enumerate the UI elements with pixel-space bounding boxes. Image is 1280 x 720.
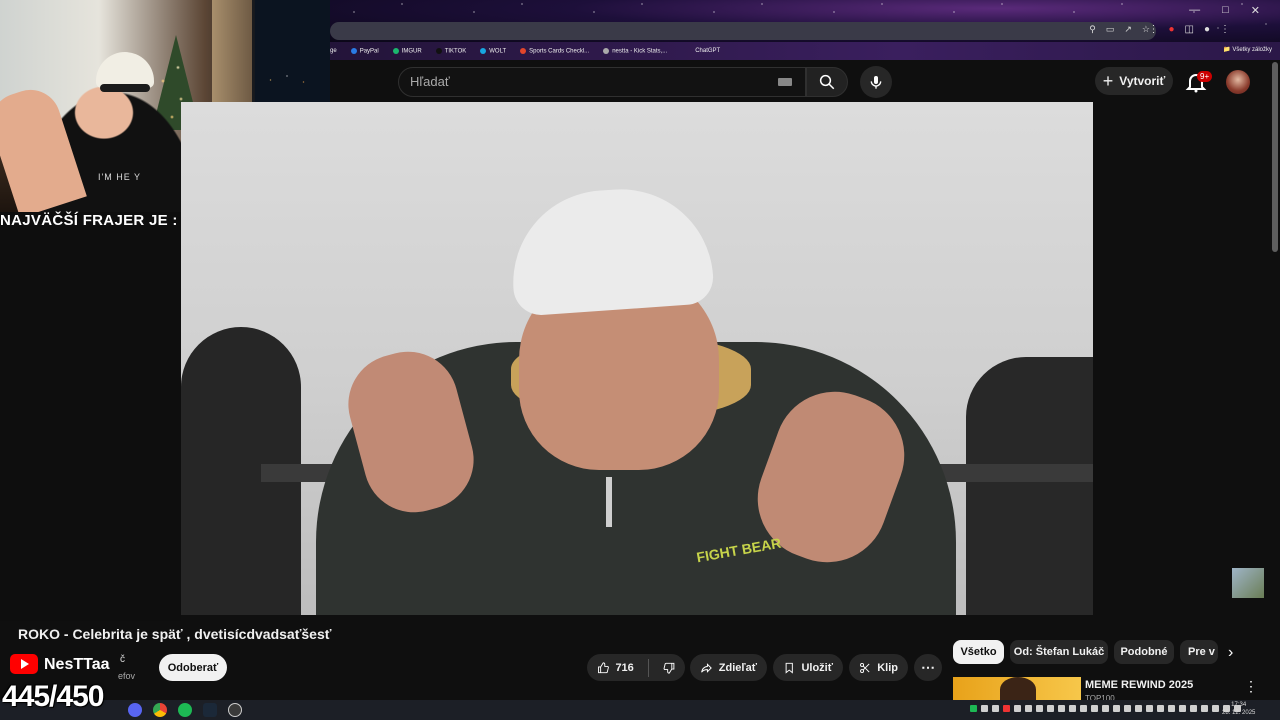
- bookmark-wolt[interactable]: WOLT: [480, 47, 506, 54]
- extensions: ⋮ ● ◫ ● ⋮: [1148, 24, 1230, 35]
- create-button[interactable]: + Vytvoriť: [1095, 67, 1173, 95]
- share-button[interactable]: Zdieľať: [690, 654, 767, 681]
- bookmark-tiktok[interactable]: TIKTOK: [435, 47, 466, 54]
- discord-icon[interactable]: [128, 703, 142, 717]
- taskbar-apps: [128, 703, 242, 717]
- chevron-right-icon[interactable]: ›: [1228, 644, 1233, 662]
- close-icon[interactable]: ✕: [1251, 4, 1260, 17]
- channel-name-suffix: č: [120, 654, 125, 665]
- bookmark-kickstats[interactable]: nestta - Kick Stats,...: [603, 47, 667, 54]
- steam-icon[interactable]: [203, 703, 217, 717]
- window-controls: — □ ✕: [1189, 4, 1260, 17]
- clip-label: Klip: [877, 661, 898, 674]
- bookmark-imgur[interactable]: IMGUR: [392, 47, 422, 54]
- shirt-text: I'M HE Y: [98, 172, 142, 182]
- chrome-icon[interactable]: [153, 703, 167, 717]
- save-label: Uložiť: [801, 661, 833, 674]
- video-title: ROKO - Celebrita je späť , dvetisícdvads…: [18, 626, 332, 642]
- bookmarks-bar: ge PayPal IMGUR TIKTOK WOLT Sports Cards…: [330, 42, 1280, 60]
- address-bar-icons: ⚲ ▭ ↗ ☆: [1089, 24, 1150, 35]
- puzzle-icon[interactable]: ◫: [1185, 24, 1194, 35]
- profile-icon[interactable]: ●: [1204, 24, 1210, 35]
- weight-plate-right: [966, 357, 1093, 615]
- save-button[interactable]: Uložiť: [773, 654, 843, 681]
- share-label: Zdieľať: [718, 661, 757, 674]
- search-placeholder: Hľadať: [410, 74, 450, 89]
- extension-icon[interactable]: ⋮: [1148, 24, 1158, 35]
- share-icon: [701, 662, 712, 673]
- chip-all[interactable]: Všetko: [953, 640, 1004, 664]
- create-label: Vytvoriť: [1119, 74, 1166, 88]
- minimize-icon[interactable]: —: [1189, 4, 1200, 17]
- like-count[interactable]: 716: [615, 662, 633, 674]
- system-tray: [970, 705, 1241, 712]
- all-bookmarks[interactable]: 📁 Všetky záložky: [1223, 46, 1272, 53]
- taskbar-clock[interactable]: 17:34 28. 12. 2025: [1222, 701, 1255, 717]
- cast-icon[interactable]: ▭: [1106, 24, 1115, 35]
- search-input[interactable]: [398, 67, 806, 97]
- share-page-icon[interactable]: ↗: [1124, 24, 1132, 35]
- keyboard-icon[interactable]: [778, 78, 792, 86]
- channel-name[interactable]: NesTTaa: [44, 656, 110, 674]
- search-button[interactable]: [806, 67, 848, 97]
- menu-icon[interactable]: ⋮: [1220, 24, 1230, 35]
- plus-icon: +: [1102, 70, 1114, 91]
- more-actions-button[interactable]: ⋯: [914, 654, 942, 681]
- more-horizontal-icon: ⋯: [921, 659, 935, 675]
- bookmark-icon: [785, 662, 793, 674]
- zoom-icon[interactable]: ⚲: [1089, 24, 1096, 35]
- youtube-logo-icon[interactable]: [10, 654, 38, 674]
- maximize-icon[interactable]: □: [1222, 4, 1229, 17]
- spotify-icon[interactable]: [178, 703, 192, 717]
- like-dislike-group: 716: [587, 654, 685, 681]
- microphone-icon: [870, 76, 882, 89]
- right-panel: [1093, 102, 1272, 615]
- bookmark-sportscards[interactable]: Sports Cards Checkl...: [520, 47, 589, 54]
- bookmark-paypal[interactable]: PayPal: [350, 47, 379, 54]
- search-icon: [819, 74, 835, 90]
- overlay-caption: NAJVÄČŠÍ FRAJER JE :: [0, 212, 178, 229]
- subscribe-button[interactable]: Odoberať: [159, 654, 227, 681]
- bookmark-item[interactable]: ge: [330, 48, 337, 54]
- avatar[interactable]: [1226, 70, 1250, 94]
- clock-time: 17:34: [1231, 702, 1247, 708]
- chip-for-you[interactable]: Pre v: [1180, 640, 1218, 664]
- page-scrollbar[interactable]: [1272, 62, 1278, 252]
- recording-icon[interactable]: ●: [1168, 24, 1174, 35]
- more-vertical-icon[interactable]: ⋮: [1244, 678, 1258, 695]
- notification-count-badge: 9+: [1197, 71, 1213, 82]
- mini-thumbnail[interactable]: [1232, 568, 1264, 598]
- person-cap: [507, 183, 715, 317]
- voice-search-button[interactable]: [860, 66, 892, 98]
- folder-icon: 📁: [1223, 47, 1231, 53]
- counter-overlay: 445/450: [2, 680, 104, 713]
- thumbs-up-icon[interactable]: [597, 660, 609, 676]
- chip-similar[interactable]: Podobné: [1114, 640, 1174, 664]
- thumbs-down-icon[interactable]: [663, 660, 675, 676]
- scissors-icon: [860, 662, 870, 673]
- video-player[interactable]: FIGHT BEAR: [181, 102, 1093, 615]
- clip-button[interactable]: Klip: [849, 654, 908, 681]
- recommendation-title[interactable]: MEME REWIND 2025: [1085, 679, 1193, 691]
- clock-date: 28. 12. 2025: [1222, 710, 1256, 716]
- chip-from-channel[interactable]: Od: Štefan Lukáč: [1010, 640, 1108, 664]
- address-bar[interactable]: [330, 22, 1156, 40]
- obs-icon[interactable]: [228, 703, 242, 717]
- subscriber-count: efov: [118, 671, 136, 681]
- bookmark-chatgpt[interactable]: ChatGPT: [695, 48, 720, 54]
